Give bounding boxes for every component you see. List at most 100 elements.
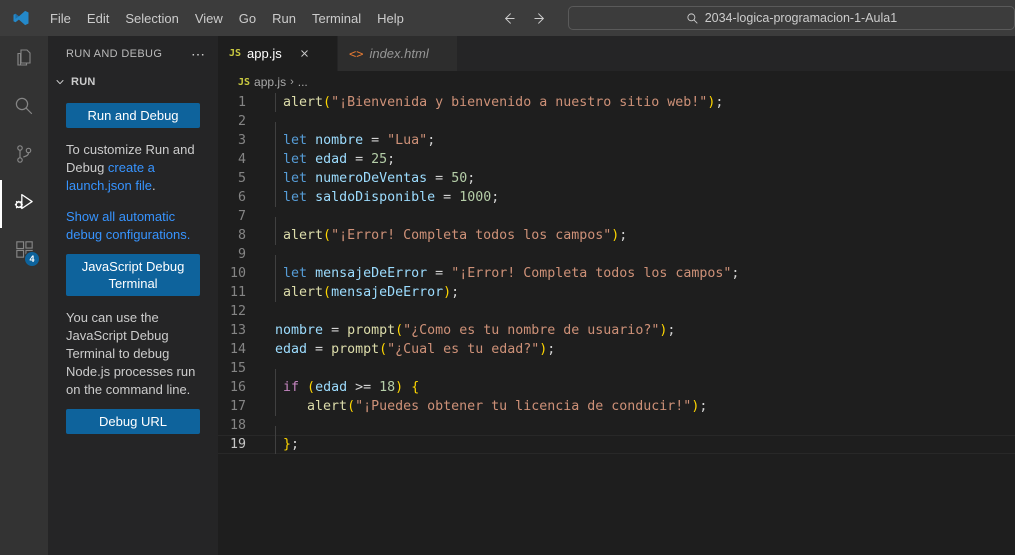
code-line[interactable]: 14 edad = prompt("¿Cual es tu edad?"); — [218, 340, 1015, 359]
tabs-empty-space — [458, 36, 1015, 71]
editor-group: JS app.js <> index.html JS app.js › ... … — [218, 36, 1015, 555]
code-text: if (edad >= 18) { — [264, 378, 419, 397]
code-line[interactable]: 3 let nombre = "Lua"; — [218, 131, 1015, 150]
activity-item-explorer[interactable] — [0, 36, 48, 84]
line-number: 3 — [237, 133, 246, 148]
arrow-left-icon[interactable] — [500, 9, 518, 27]
search-icon — [12, 94, 36, 123]
line-number: 9 — [237, 247, 246, 262]
run-and-debug-button[interactable]: Run and Debug — [66, 103, 200, 128]
activity-bar: 4 — [0, 36, 48, 555]
javascript-debug-terminal-button[interactable]: JavaScript Debug Terminal — [66, 254, 200, 296]
line-number: 8 — [237, 228, 246, 243]
search-icon — [686, 12, 699, 25]
indent-guide — [275, 169, 276, 188]
debug-url-button[interactable]: Debug URL — [66, 409, 200, 434]
line-number: 10 — [229, 266, 246, 281]
indent-guide — [275, 226, 276, 245]
line-number: 12 — [229, 304, 246, 319]
editor-tabs: JS app.js <> index.html — [218, 36, 1015, 71]
code-line[interactable]: 11 alert(mensajeDeError); — [218, 283, 1015, 302]
sidebar-section-label: RUN — [71, 76, 96, 88]
line-number: 4 — [237, 152, 246, 167]
code-text: alert("¡Error! Completa todos los campos… — [264, 226, 627, 245]
code-line[interactable]: 9 — [218, 245, 1015, 274]
tab-label: app.js — [247, 46, 282, 61]
customize-run-debug-text: To customize Run and Debug create a laun… — [66, 141, 200, 195]
tab-index-html[interactable]: <> index.html — [338, 36, 458, 71]
line-number: 13 — [229, 323, 246, 338]
line-number: 15 — [229, 361, 246, 376]
menu-edit[interactable]: Edit — [79, 6, 117, 30]
code-line[interactable]: 6 let saldoDisponible = 1000; — [218, 188, 1015, 207]
code-line[interactable]: 1 alert("¡Bienvenida y bienvenido a nues… — [218, 93, 1015, 112]
arrow-right-icon[interactable] — [532, 9, 550, 27]
chevron-down-icon — [52, 76, 68, 88]
indent-guide — [275, 93, 276, 112]
code-line[interactable]: 10 let mensajeDeError = "¡Error! Complet… — [218, 264, 1015, 283]
ellipsis-icon[interactable]: ⋯ — [187, 47, 210, 61]
code-line[interactable]: 8 alert("¡Error! Completa todos los camp… — [218, 226, 1015, 245]
code-line[interactable]: 19 }; — [218, 435, 1015, 454]
indent-guide — [275, 188, 276, 207]
close-icon[interactable] — [296, 45, 314, 63]
code-line[interactable]: 18 — [218, 416, 1015, 445]
command-center-text: 2034-logica-programacion-1-Aula1 — [704, 11, 898, 25]
menu-go[interactable]: Go — [231, 6, 264, 30]
activity-item-run-and-debug[interactable] — [0, 180, 48, 228]
extensions-count-badge: 4 — [24, 251, 40, 267]
line-number: 14 — [229, 342, 246, 357]
breadcrumb-file[interactable]: JS app.js — [238, 75, 286, 89]
menu-run[interactable]: Run — [264, 6, 304, 30]
navigation-arrows — [500, 9, 550, 27]
command-center[interactable]: 2034-logica-programacion-1-Aula1 — [567, 6, 1015, 30]
tab-app-js[interactable]: JS app.js — [218, 36, 338, 71]
code-editor[interactable]: 1 alert("¡Bienvenida y bienvenido a nues… — [218, 93, 1015, 555]
activity-item-search[interactable] — [0, 84, 48, 132]
indent-guide — [275, 150, 276, 169]
menu-selection[interactable]: Selection — [117, 6, 186, 30]
indent-guide — [275, 378, 276, 397]
tab-label: index.html — [369, 46, 429, 61]
show-all-automatic-config: Show all automatic debug configurations. — [66, 208, 200, 244]
indent-guide — [275, 131, 276, 150]
js-file-icon: JS — [229, 48, 242, 59]
line-number: 7 — [237, 209, 246, 224]
code-text: alert("¡Bienvenida y bienvenido a nuestr… — [264, 93, 723, 112]
code-line[interactable]: 17 alert("¡Puedes obtener tu licencia de… — [218, 397, 1015, 416]
show-all-automatic-link[interactable]: Show all automatic debug configurations. — [66, 209, 190, 242]
code-text: let mensajeDeError = "¡Error! Completa t… — [264, 264, 739, 283]
line-number: 19 — [229, 437, 246, 452]
menu-terminal[interactable]: Terminal — [304, 6, 369, 30]
code-text: nombre = prompt("¿Como es tu nombre de u… — [275, 323, 676, 338]
code-text: alert(mensajeDeError); — [264, 283, 459, 302]
line-number: 11 — [229, 285, 246, 300]
activity-item-extensions[interactable]: 4 — [0, 228, 48, 276]
sidebar-section-run[interactable]: RUN — [48, 71, 218, 93]
files-icon — [12, 46, 36, 75]
debug-alt-icon — [11, 189, 37, 220]
code-line[interactable]: 4 let edad = 25; — [218, 150, 1015, 169]
code-line[interactable]: 16 if (edad >= 18) { — [218, 378, 1015, 397]
js-debug-terminal-help: You can use the JavaScript Debug Termina… — [66, 310, 196, 397]
code-line[interactable]: 13 nombre = prompt("¿Como es tu nombre de… — [218, 321, 1015, 340]
code-line[interactable]: 2 — [218, 112, 1015, 141]
breadcrumb-separator: › — [290, 76, 294, 88]
workbench-body: 4 RUN AND DEBUG ⋯ RUN Run and Debug To c… — [0, 36, 1015, 555]
breadcrumb-file-label: app.js — [254, 75, 287, 89]
menu-file[interactable]: File — [42, 6, 79, 30]
source-control-icon — [12, 142, 36, 171]
code-line[interactable]: 7 — [218, 207, 1015, 236]
menu-help[interactable]: Help — [369, 6, 412, 30]
breadcrumb-more[interactable]: ... — [298, 75, 308, 89]
code-line[interactable]: 5 let numeroDeVentas = 50; — [218, 169, 1015, 188]
code-text: }; — [264, 435, 299, 454]
activity-item-source-control[interactable] — [0, 132, 48, 180]
title-bar: File Edit Selection View Go Run Terminal… — [0, 0, 1015, 36]
code-text: let nombre = "Lua"; — [264, 131, 435, 150]
menu-bar: File Edit Selection View Go Run Terminal… — [42, 0, 412, 36]
code-line[interactable]: 15 — [218, 359, 1015, 388]
code-text: alert("¡Puedes obtener tu licencia de co… — [264, 397, 707, 416]
menu-view[interactable]: View — [187, 6, 231, 30]
code-line[interactable]: 12 — [218, 302, 1015, 321]
